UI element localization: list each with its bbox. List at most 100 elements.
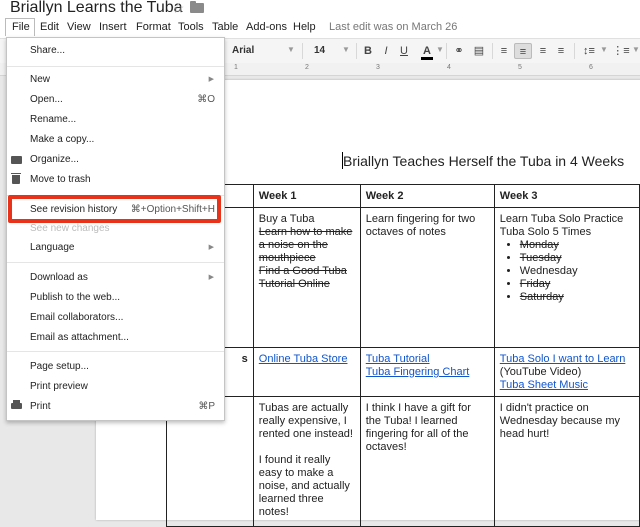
numbered-list-icon[interactable]: ⋮≡	[612, 43, 630, 59]
chevron-right-icon: ▶	[208, 244, 214, 251]
title-bar: Briallyn Learns the Tuba ☆	[0, 0, 640, 18]
link-icon[interactable]: ⚭	[451, 43, 467, 59]
folder-icon[interactable]	[190, 1, 204, 13]
chevron-down-icon: ▼	[600, 45, 608, 54]
menu-item-label: Rename...	[30, 114, 77, 125]
comment-icon[interactable]: ▤	[471, 43, 487, 59]
table-cell[interactable]: I think I have a gift for the Tuba! I le…	[359, 396, 495, 527]
table-header[interactable]: Week 2	[359, 184, 495, 208]
menu-bar: File Edit View Insert Format Tools Table…	[0, 18, 640, 38]
ruler-mark: 1	[234, 64, 238, 71]
menu-item-label: Organize...	[30, 154, 79, 165]
ruler-mark: 5	[518, 64, 522, 71]
list-item: Saturday	[520, 291, 634, 304]
table-cell[interactable]: Learn fingering for two octaves of notes	[359, 207, 495, 348]
menu-item-print-preview[interactable]: Print preview	[7, 380, 224, 396]
menu-item-email-attachment[interactable]: Email as attachment...	[7, 331, 224, 347]
menu-table[interactable]: Table	[212, 21, 238, 33]
document-title[interactable]: Briallyn Learns the Tuba	[10, 0, 183, 17]
underline-button[interactable]: U	[398, 43, 410, 59]
table-cell[interactable]: I didn't practice on Wednesday because m…	[493, 396, 640, 527]
menu-item-label: See new changes	[30, 223, 110, 234]
align-justify-icon[interactable]: ≡	[553, 43, 569, 59]
menu-item-organize[interactable]: Organize...	[7, 153, 224, 169]
resource-link[interactable]: Tuba Sheet Music	[500, 379, 588, 391]
align-center-icon[interactable]: ≡	[514, 43, 532, 59]
table-header[interactable]: Week 1	[252, 184, 361, 208]
table-cell[interactable]: Tuba Tutorial Tuba Fingering Chart	[359, 347, 495, 397]
menu-item-share[interactable]: Share...	[7, 44, 224, 60]
list-item: Friday	[520, 278, 634, 291]
folder-icon	[11, 156, 22, 164]
last-edit-status[interactable]: Last edit was on March 26	[329, 21, 457, 33]
menu-item-label: Publish to the web...	[30, 292, 121, 303]
note-text: Tubas are actually really expensive, I r…	[258, 402, 353, 440]
table-row: Buy a Tuba Learn how to make a noise on …	[166, 207, 640, 348]
menu-divider	[7, 351, 224, 352]
menu-item-email-collaborators[interactable]: Email collaborators...	[7, 311, 224, 327]
schedule-table[interactable]: Week 1 Week 2 Week 3 Buy a Tuba Learn ho…	[166, 184, 640, 527]
note-text: I found it really easy to make a noise, …	[258, 454, 350, 518]
shortcut-text: ⌘O	[197, 94, 215, 105]
chevron-down-icon: ▼	[342, 45, 350, 54]
font-select[interactable]: Arial	[232, 45, 254, 56]
resource-link[interactable]: Tuba Solo I want to Learn	[500, 353, 626, 365]
menu-item-download-as[interactable]: Download as ▶	[7, 271, 224, 287]
table-cell[interactable]: Tuba Solo I want to Learn (YouTube Video…	[493, 347, 640, 397]
menu-item-see-new-changes: See new changes	[7, 222, 224, 238]
menu-item-rename[interactable]: Rename...	[7, 113, 224, 129]
star-icon[interactable]: ☆	[172, 0, 185, 17]
menu-view[interactable]: View	[67, 21, 91, 33]
menu-tools[interactable]: Tools	[178, 21, 204, 33]
menu-edit[interactable]: Edit	[40, 21, 59, 33]
italic-button[interactable]: I	[380, 43, 392, 59]
font-size-select[interactable]: 14	[314, 45, 325, 56]
align-right-icon[interactable]: ≡	[535, 43, 551, 59]
table-row: s Online Tuba Store Tuba Tutorial Tuba F…	[166, 347, 640, 397]
menu-help[interactable]: Help	[293, 21, 316, 33]
menu-file[interactable]: File	[5, 18, 35, 36]
menu-item-label: Email collaborators...	[30, 312, 124, 323]
link-note: (YouTube Video)	[499, 366, 582, 378]
trash-icon	[11, 173, 21, 184]
toolbar-divider	[574, 43, 575, 59]
chevron-down-icon: ▼	[436, 45, 444, 54]
resource-link[interactable]: Online Tuba Store	[259, 353, 348, 365]
menu-item-label: Move to trash	[30, 174, 91, 185]
table-cell[interactable]: Tubas are actually really expensive, I r…	[252, 396, 361, 527]
menu-item-make-copy[interactable]: Make a copy...	[7, 133, 224, 149]
menu-item-page-setup[interactable]: Page setup...	[7, 360, 224, 376]
menu-item-language[interactable]: Language ▶	[7, 241, 224, 257]
table-header[interactable]: Week 3	[493, 184, 640, 208]
resource-link[interactable]: Tuba Tutorial	[366, 353, 430, 365]
menu-item-new[interactable]: New ▶	[7, 73, 224, 89]
menu-format[interactable]: Format	[136, 21, 171, 33]
menu-insert[interactable]: Insert	[99, 21, 127, 33]
resource-link[interactable]: Tuba Fingering Chart	[366, 366, 470, 378]
menu-item-label: Language	[30, 242, 75, 253]
list-item: Wednesday	[520, 265, 634, 278]
table-cell[interactable]: Learn Tuba Solo Practice Tuba Solo 5 Tim…	[493, 207, 640, 348]
table-cell[interactable]: Online Tuba Store	[252, 347, 361, 397]
menu-divider	[7, 262, 224, 263]
menu-addons[interactable]: Add-ons	[246, 21, 287, 33]
line-spacing-icon[interactable]: ↕≡	[580, 43, 598, 59]
list-item: Tuesday	[520, 252, 634, 265]
task-text-done: Find a Good Tuba Tutorial Online	[258, 265, 347, 290]
file-menu: Share... New ▶ Open... ⌘O Rename... Make…	[6, 37, 225, 421]
task-text: Learn Tuba Solo Practice Tuba Solo 5 Tim…	[499, 213, 624, 238]
menu-item-move-to-trash[interactable]: Move to trash	[7, 173, 224, 189]
table-cell[interactable]: Buy a Tuba Learn how to make a noise on …	[252, 207, 361, 348]
menu-item-print[interactable]: Print ⌘P	[7, 400, 224, 416]
document-heading[interactable]: Briallyn Teaches Herself the Tuba in 4 W…	[343, 153, 624, 169]
align-left-icon[interactable]: ≡	[496, 43, 512, 59]
bold-button[interactable]: B	[362, 43, 374, 59]
text-color-swatch	[421, 57, 433, 60]
menu-item-label: Make a copy...	[30, 134, 95, 145]
ruler-mark: 3	[376, 64, 380, 71]
menu-item-publish[interactable]: Publish to the web...	[7, 291, 224, 307]
menu-divider	[7, 66, 224, 67]
menu-item-open[interactable]: Open... ⌘O	[7, 93, 224, 109]
ruler-mark: 6	[589, 64, 593, 71]
ruler-mark: 2	[305, 64, 309, 71]
